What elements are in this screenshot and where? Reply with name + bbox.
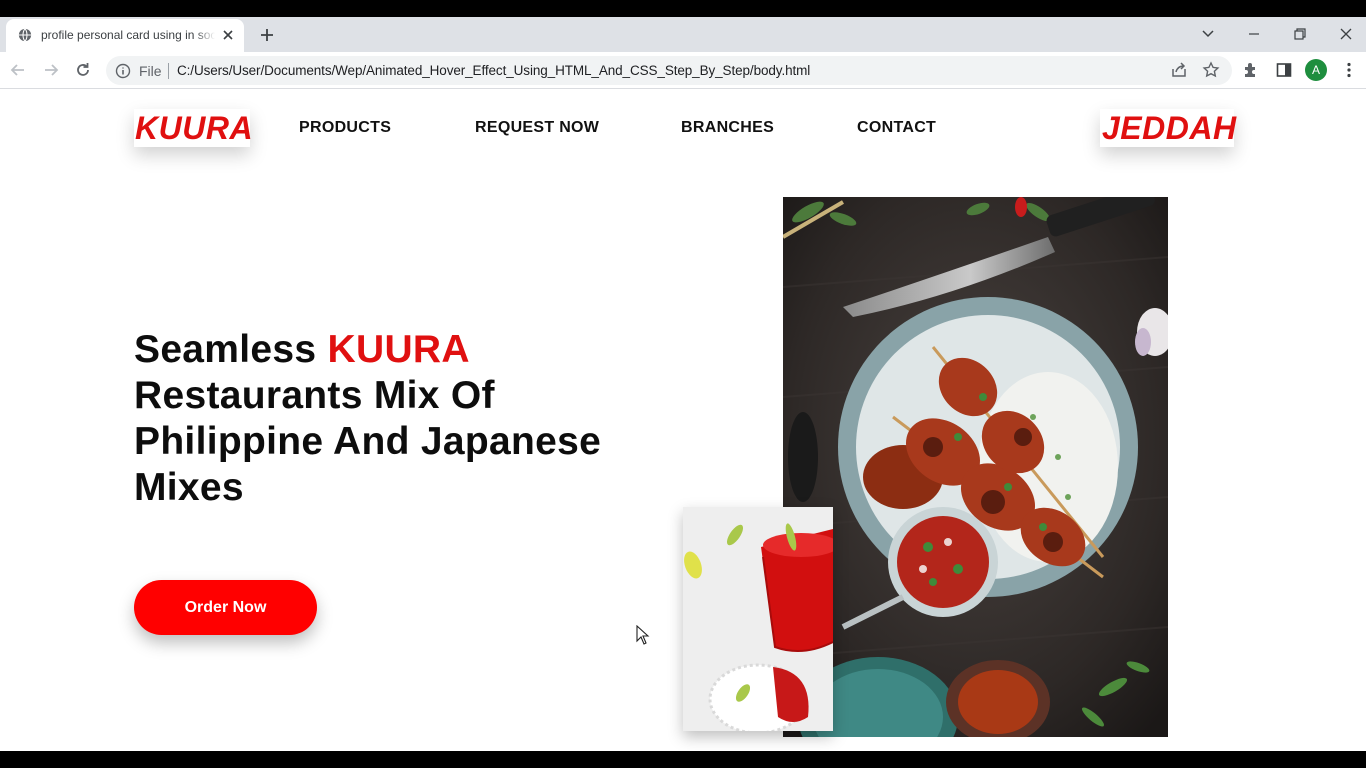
- screen: profile personal card using in soc File …: [0, 0, 1366, 768]
- scheme-label: File: [139, 63, 162, 79]
- nav-contact[interactable]: CONTACT: [857, 119, 936, 137]
- forward-arrow-icon[interactable]: [41, 60, 61, 80]
- plus-icon[interactable]: [258, 26, 276, 44]
- reload-icon[interactable]: [73, 60, 93, 80]
- screen-bottom-edge: [0, 751, 1366, 768]
- more-icon[interactable]: [1339, 60, 1359, 80]
- nav-request-now[interactable]: REQUEST NOW: [475, 119, 599, 137]
- logo-right[interactable]: JEDDAH: [1100, 109, 1237, 147]
- web-page: KUURA PRODUCTS REQUEST NOW BRANCHES CONT…: [0, 89, 1366, 751]
- tab-title: profile personal card using in soc: [41, 28, 215, 42]
- star-icon[interactable]: [1201, 60, 1221, 80]
- close-window-icon[interactable]: [1336, 24, 1356, 44]
- back-arrow-icon[interactable]: [8, 60, 28, 80]
- nav-branches[interactable]: BRANCHES: [681, 119, 774, 137]
- side-panel-icon[interactable]: [1274, 60, 1294, 80]
- logo-left-text: KUURA: [135, 110, 254, 146]
- mouse-cursor-icon: [636, 625, 650, 645]
- hero-title-rest: Restaurants Mix Of Philippine And Japane…: [134, 374, 602, 509]
- address-bar[interactable]: File C:/Users/User/Documents/Wep/Animate…: [106, 56, 1232, 85]
- restore-icon[interactable]: [1290, 24, 1310, 44]
- hero-title: Seamless KUURA Restaurants Mix Of Philip…: [134, 327, 654, 511]
- nav-products[interactable]: PRODUCTS: [299, 119, 391, 137]
- logo-left[interactable]: KUURA: [134, 109, 254, 147]
- tab-bar: profile personal card using in soc: [0, 17, 1366, 52]
- profile-avatar[interactable]: A: [1305, 59, 1327, 81]
- food-photo: [783, 197, 1168, 737]
- globe-icon: [18, 28, 32, 42]
- puzzle-icon[interactable]: [1241, 60, 1261, 80]
- drink-photo: [683, 507, 833, 731]
- hero-title-accent: KUURA: [327, 328, 469, 371]
- chevron-down-icon[interactable]: [1198, 24, 1218, 44]
- url-text[interactable]: C:/Users/User/Documents/Wep/Animated_Hov…: [177, 63, 810, 78]
- order-now-button[interactable]: Order Now: [134, 580, 317, 635]
- share-icon[interactable]: [1169, 60, 1189, 80]
- omnibox-divider: [168, 63, 169, 79]
- close-icon[interactable]: [220, 27, 236, 43]
- minimize-icon[interactable]: [1244, 24, 1264, 44]
- hero-title-prefix: Seamless: [134, 328, 328, 371]
- logo-right-text: JEDDAH: [1102, 110, 1237, 146]
- browser-toolbar: File C:/Users/User/Documents/Wep/Animate…: [0, 52, 1366, 89]
- browser-tab[interactable]: profile personal card using in soc: [6, 19, 244, 52]
- info-icon[interactable]: [115, 63, 131, 79]
